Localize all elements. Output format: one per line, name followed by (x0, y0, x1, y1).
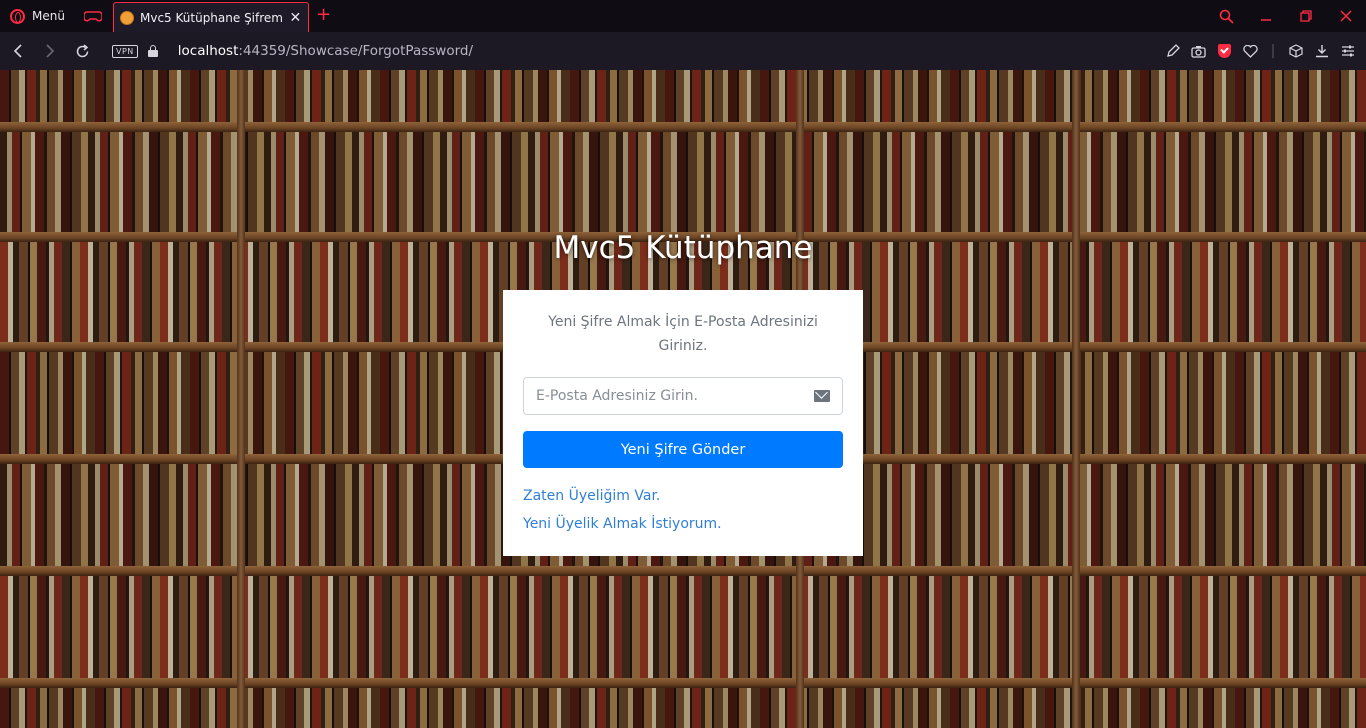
card-message: Yeni Şifre Almak İçin E-Posta Adresinizi… (548, 314, 818, 354)
gamepad-icon[interactable] (83, 9, 102, 23)
site-favicon-icon (120, 10, 134, 25)
restore-icon[interactable] (1286, 0, 1326, 32)
opera-logo-icon (10, 8, 25, 24)
url-field[interactable]: localhost:44359/Showcase/ForgotPassword/ (178, 43, 473, 59)
vpn-badge[interactable]: VPN (112, 44, 138, 58)
heart-icon[interactable] (1240, 32, 1261, 70)
lock-icon[interactable] (147, 45, 158, 57)
email-input[interactable] (524, 378, 814, 414)
address-bar: VPN localhost:44359/Showcase/ForgotPassw… (0, 32, 1366, 70)
page-background: Mvc5 Kütüphane Yeni Şifre Almak İçin E-P… (0, 70, 1366, 728)
window-controls (1206, 0, 1366, 32)
settings-sliders-icon[interactable] (1337, 32, 1358, 70)
brand-title: Mvc5 Kütüphane (553, 230, 813, 266)
menu-label: Menü (32, 9, 65, 23)
cube-icon[interactable] (1285, 32, 1306, 70)
camera-icon[interactable] (1188, 32, 1209, 70)
reload-icon[interactable] (66, 32, 98, 70)
url-path: :44359/Showcase/ForgotPassword/ (238, 43, 474, 59)
close-window-icon[interactable] (1326, 0, 1366, 32)
new-tab-plus-icon[interactable]: + (316, 4, 331, 25)
new-membership-link[interactable]: Yeni Üyelik Almak İstiyorum. (523, 516, 722, 532)
toolbar-icons: | (1162, 32, 1358, 70)
tab-title: Mvc5 Kütüphane Şifremi Unuttum (140, 10, 283, 25)
tab-bar: Menü Mvc5 Kütüphane Şifremi Unuttum ✕ + (0, 0, 1366, 32)
minimize-icon[interactable] (1246, 0, 1286, 32)
already-member-link[interactable]: Zaten Üyeliğim Var. (523, 488, 660, 504)
forward-icon[interactable] (34, 32, 66, 70)
adblock-shield-icon[interactable] (1214, 32, 1235, 70)
url-host: localhost (177, 43, 239, 59)
toolbar-divider: | (1270, 43, 1276, 59)
tab-close-icon[interactable]: ✕ (289, 10, 302, 26)
download-icon[interactable] (1311, 32, 1332, 70)
forgot-password-card: Yeni Şifre Almak İçin E-Posta Adresinizi… (503, 290, 863, 556)
opera-menu-button[interactable]: Menü (0, 0, 112, 32)
envelope-icon (814, 390, 830, 402)
search-icon[interactable] (1206, 0, 1246, 32)
tab-active[interactable]: Mvc5 Kütüphane Şifremi Unuttum ✕ (113, 2, 309, 32)
send-new-password-button[interactable]: Yeni Şifre Gönder (523, 431, 843, 468)
email-input-group (523, 377, 843, 415)
back-icon[interactable] (2, 32, 34, 70)
edit-icon[interactable] (1162, 32, 1183, 70)
